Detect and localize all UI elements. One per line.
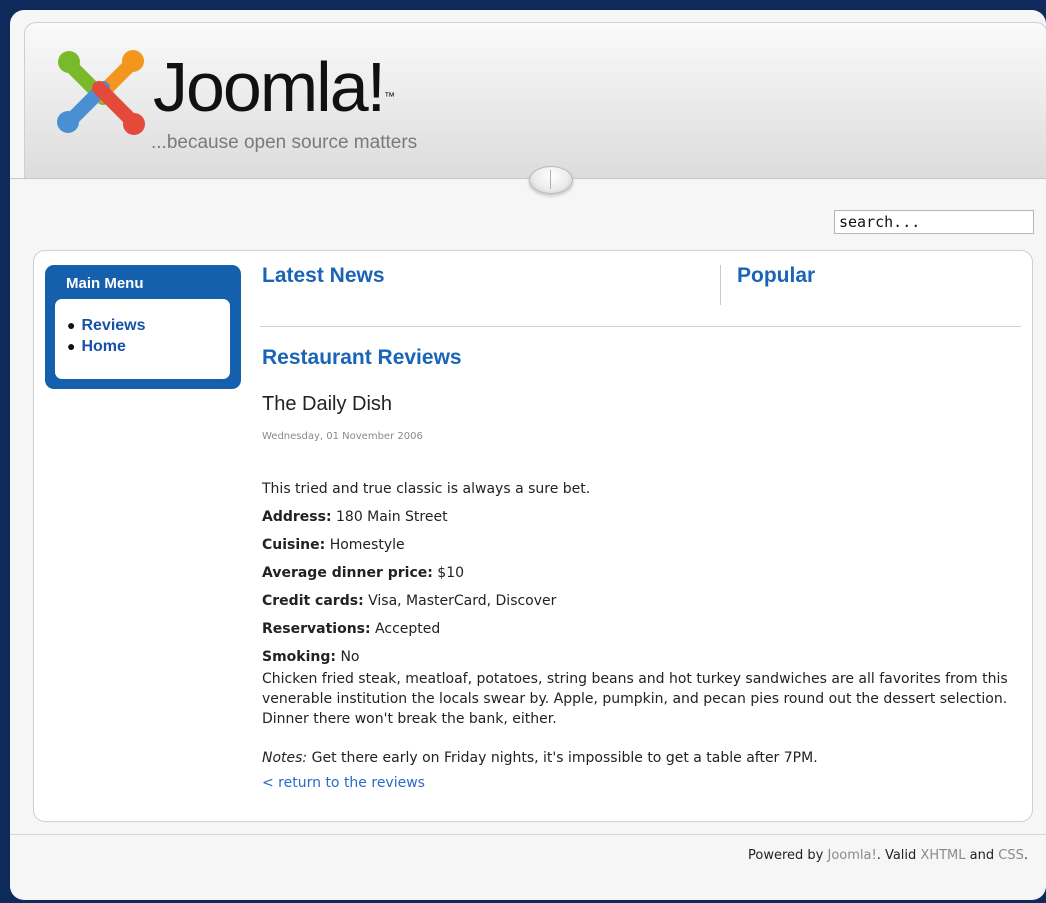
footer-xhtml-link[interactable]: XHTML: [920, 848, 965, 863]
field-label: Average dinner price:: [262, 565, 433, 581]
menu-link-home[interactable]: Home: [81, 338, 125, 355]
field-value: 180 Main Street: [336, 509, 448, 525]
menu-item-home: ● Home: [67, 336, 230, 357]
field-average-price: Average dinner price: $10: [262, 563, 464, 583]
joomla-logo-icon: [57, 50, 145, 135]
article-date: Wednesday, 01 November 2006: [262, 431, 423, 442]
notes-label: Notes:: [262, 750, 308, 766]
field-label: Cuisine:: [262, 537, 326, 553]
field-label: Address:: [262, 509, 332, 525]
header-divider: [10, 178, 1046, 179]
main-menu: Main Menu ● Reviews ● Home: [45, 265, 241, 389]
field-credit-cards: Credit cards: Visa, MasterCard, Discover: [262, 591, 556, 611]
menu-link-reviews[interactable]: Reviews: [81, 317, 145, 334]
main-menu-title: Main Menu: [66, 275, 144, 292]
footer-joomla-link[interactable]: Joomla!: [827, 848, 876, 863]
main-menu-list: ● Reviews ● Home: [55, 299, 230, 357]
trademark-symbol: ™: [384, 91, 396, 103]
section-title: Restaurant Reviews: [262, 346, 462, 369]
column-separator: [720, 265, 721, 305]
article-description: Chicken fried steak, meatloaf, potatoes,…: [262, 671, 1008, 727]
field-value: No: [340, 649, 360, 665]
footer-end: .: [1023, 848, 1028, 863]
footer-divider: [10, 834, 1046, 835]
section-divider: [260, 326, 1021, 327]
field-label: Credit cards:: [262, 593, 364, 609]
field-cuisine: Cuisine: Homestyle: [262, 535, 405, 555]
footer-and-text: and: [969, 848, 995, 863]
footer-valid-text: . Valid: [876, 848, 917, 863]
main-menu-list-box: ● Reviews ● Home: [55, 299, 230, 379]
field-label: Reservations:: [262, 621, 371, 637]
popular-heading: Popular: [737, 264, 816, 287]
content-panel: Main Menu ● Reviews ● Home Latest News Pop…: [33, 250, 1033, 822]
footer-powered-by: Powered by: [747, 848, 824, 863]
joomla-logo-text[interactable]: Joomla!™: [153, 47, 395, 127]
field-value: Accepted: [375, 621, 441, 637]
site-header: Joomla!™ ...because open source matters: [24, 22, 1046, 179]
field-address: Address: 180 Main Street: [262, 507, 448, 527]
footer-css-link[interactable]: CSS: [998, 848, 1024, 863]
header-knob-icon: [529, 166, 573, 194]
menu-item-reviews: ● Reviews: [67, 315, 230, 336]
site-footer: Powered by Joomla!. Valid XHTML and CSS.: [748, 848, 1028, 863]
logo-wordmark: Joomla!: [153, 48, 386, 126]
notes-text: Get there early on Friday nights, it's i…: [311, 750, 818, 766]
field-value: Visa, MasterCard, Discover: [368, 593, 557, 609]
article-intro: This tried and true classic is always a …: [262, 481, 591, 497]
field-label: Smoking:: [262, 649, 336, 665]
article-notes: Notes: Get there early on Friday nights,…: [262, 748, 818, 768]
return-to-reviews-link[interactable]: < return to the reviews: [262, 775, 425, 791]
search-input[interactable]: [834, 210, 1034, 234]
field-reservations: Reservations: Accepted: [262, 619, 440, 639]
latest-news-heading: Latest News: [262, 264, 385, 287]
field-value: $10: [437, 565, 465, 581]
page-window: Joomla!™ ...because open source matters …: [10, 10, 1046, 900]
site-tagline: ...because open source matters: [151, 132, 418, 153]
field-value: Homestyle: [329, 537, 405, 553]
bullet-icon: ●: [67, 338, 76, 354]
field-smoking: Smoking: No: [262, 647, 360, 667]
article-title: The Daily Dish: [262, 393, 393, 415]
bullet-icon: ●: [67, 317, 76, 333]
